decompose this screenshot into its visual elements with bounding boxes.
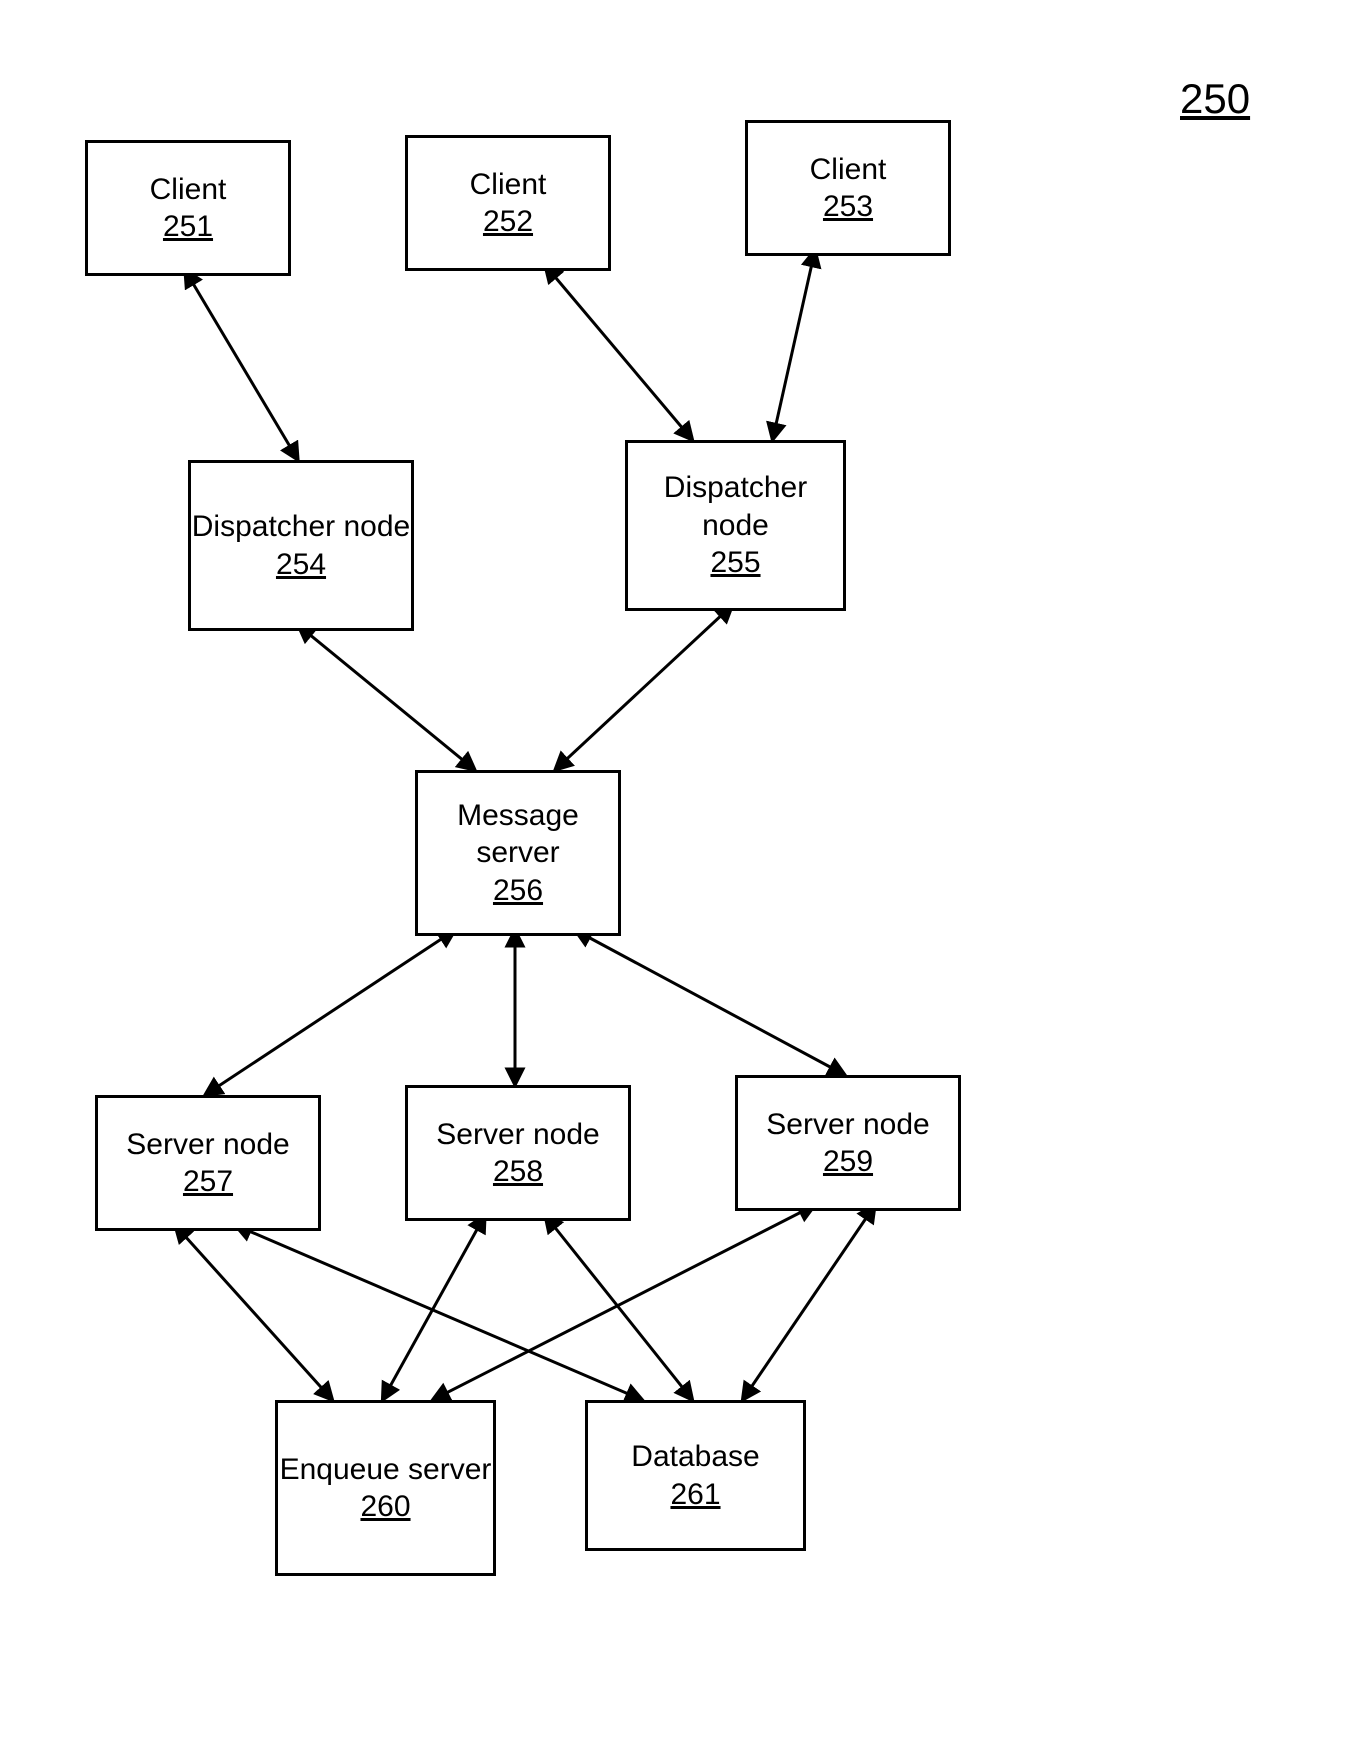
edge-srv257-enq260 bbox=[175, 1225, 333, 1400]
edge-client251-disp254 bbox=[185, 270, 298, 460]
node-number: 252 bbox=[483, 203, 533, 241]
node-number: 253 bbox=[823, 188, 873, 226]
node-label: Server node bbox=[436, 1116, 599, 1154]
node-label: Dispatcher node bbox=[192, 508, 410, 546]
edge-msg256-srv259 bbox=[575, 930, 845, 1075]
edge-msg256-srv257 bbox=[205, 930, 455, 1095]
node-number: 261 bbox=[670, 1476, 720, 1514]
node-message-server-256: Message server 256 bbox=[415, 770, 621, 936]
node-label: Enqueue server bbox=[280, 1451, 492, 1489]
node-label: Client bbox=[470, 166, 547, 204]
node-label: Client bbox=[150, 171, 227, 209]
node-client-251: Client 251 bbox=[85, 140, 291, 276]
node-client-252: Client 252 bbox=[405, 135, 611, 271]
edge-srv258-enq260 bbox=[383, 1215, 486, 1400]
node-server-257: Server node 257 bbox=[95, 1095, 321, 1231]
node-label: Server node bbox=[126, 1126, 289, 1164]
node-number: 256 bbox=[493, 872, 543, 910]
node-dispatcher-255: Dispatcher node 255 bbox=[625, 440, 846, 611]
node-client-253: Client 253 bbox=[745, 120, 951, 256]
node-label: Dispatcher node bbox=[628, 469, 843, 544]
edge-srv257-db261 bbox=[235, 1225, 643, 1400]
node-number: 257 bbox=[183, 1163, 233, 1201]
diagram-canvas: 250 Client 251 Client 252 Client 253 Dis… bbox=[0, 0, 1355, 1756]
node-number: 251 bbox=[163, 208, 213, 246]
node-label: Database bbox=[631, 1438, 759, 1476]
edge-disp254-msg256 bbox=[298, 625, 475, 770]
node-label: Client bbox=[810, 151, 887, 189]
node-number: 254 bbox=[276, 546, 326, 584]
node-label: Message server bbox=[418, 797, 618, 872]
edge-client253-disp255 bbox=[773, 250, 816, 440]
edge-srv258-db261 bbox=[545, 1215, 693, 1400]
node-number: 255 bbox=[710, 544, 760, 582]
figure-label: 250 bbox=[1180, 75, 1250, 123]
node-number: 260 bbox=[360, 1488, 410, 1526]
node-enqueue-server-260: Enqueue server 260 bbox=[275, 1400, 496, 1576]
edge-disp255-msg256 bbox=[555, 605, 733, 770]
node-server-258: Server node 258 bbox=[405, 1085, 631, 1221]
node-database-261: Database 261 bbox=[585, 1400, 806, 1551]
node-dispatcher-254: Dispatcher node 254 bbox=[188, 460, 414, 631]
node-server-259: Server node 259 bbox=[735, 1075, 961, 1211]
node-label: Server node bbox=[766, 1106, 929, 1144]
edge-srv259-db261 bbox=[743, 1205, 876, 1400]
node-number: 259 bbox=[823, 1143, 873, 1181]
node-number: 258 bbox=[493, 1153, 543, 1191]
edge-client252-disp255 bbox=[545, 265, 693, 440]
edge-srv259-enq260 bbox=[433, 1205, 816, 1400]
